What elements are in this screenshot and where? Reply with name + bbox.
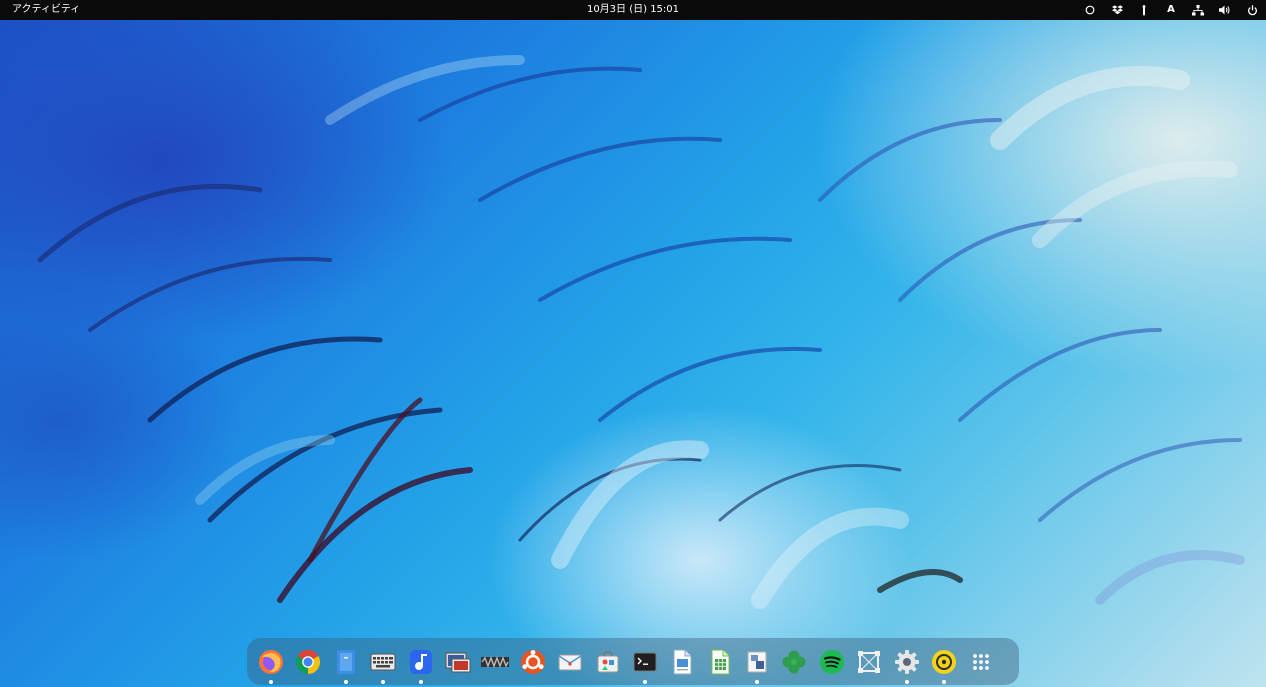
- spotify-icon: [819, 649, 844, 674]
- input-method-label: A: [1167, 4, 1175, 15]
- running-indicator: [755, 679, 760, 684]
- system-tray: A: [1069, 0, 1258, 20]
- chrome-icon: [296, 649, 321, 674]
- running-indicator: [269, 679, 273, 684]
- photo-viewer-icon: [445, 652, 471, 672]
- terminal-icon: [633, 652, 657, 671]
- dropbox-icon[interactable]: [1111, 4, 1123, 16]
- dock-item-presentation[interactable]: [739, 640, 775, 684]
- document-viewer-icon: [673, 649, 692, 674]
- running-indicator: [418, 679, 423, 684]
- mail-icon: [558, 654, 582, 670]
- sound-wave-app-icon: [481, 655, 510, 668]
- running-indicator: [381, 679, 386, 684]
- dock-item-mail[interactable]: [552, 640, 588, 684]
- presentation-icon: [747, 651, 767, 672]
- top-bar: アクティビティ 10月3日 (日) 15:01 A: [0, 0, 1266, 20]
- running-indicator: [904, 679, 909, 684]
- firefox-icon: [259, 649, 283, 674]
- volume-icon[interactable]: [1219, 4, 1231, 16]
- dock-item-sound-wave-app[interactable]: [477, 640, 513, 684]
- power-icon[interactable]: [1246, 4, 1258, 16]
- dock-item-ubuntu-software[interactable]: [515, 640, 551, 684]
- network-icon[interactable]: [1192, 4, 1204, 16]
- screenshot-tool-icon: [858, 650, 881, 673]
- dock-item-firefox[interactable]: [253, 640, 289, 684]
- settings-gear-icon: [894, 649, 919, 674]
- software-store-icon: [597, 650, 619, 672]
- dock-item-software-store[interactable]: [590, 640, 626, 684]
- dock-item-spreadsheet[interactable]: [702, 640, 738, 684]
- running-indicator: [343, 679, 348, 684]
- dock-item-document-viewer[interactable]: [664, 640, 700, 684]
- dock-item-screenshot-tool[interactable]: [851, 640, 887, 684]
- dock: [247, 638, 1019, 685]
- show-applications-button[interactable]: [963, 640, 999, 684]
- dock-item-settings[interactable]: [889, 640, 925, 684]
- switcher-icon[interactable]: [1138, 4, 1150, 16]
- keyboard-app-icon: [370, 653, 396, 670]
- dock-item-clover-app[interactable]: [776, 640, 812, 684]
- dock-item-photo-viewer[interactable]: [440, 640, 476, 684]
- input-method-icon[interactable]: A: [1165, 4, 1177, 16]
- dock-item-spotify[interactable]: [814, 640, 850, 684]
- dock-item-disc-burner[interactable]: [926, 640, 962, 684]
- dock-item-files[interactable]: [328, 640, 364, 684]
- clover-app-icon: [782, 650, 806, 673]
- spreadsheet-icon: [711, 649, 730, 674]
- circle-status-icon[interactable]: [1084, 4, 1096, 16]
- ubuntu-software-icon: [520, 649, 545, 674]
- running-indicator: [642, 679, 647, 684]
- disc-burner-icon: [932, 649, 957, 674]
- show-applications-icon: [973, 653, 990, 670]
- desktop-wallpaper: [0, 0, 1266, 687]
- dock-item-terminal[interactable]: [627, 640, 663, 684]
- files-icon: [336, 649, 355, 674]
- running-indicator: [942, 679, 947, 684]
- dock-item-chrome[interactable]: [290, 640, 326, 684]
- music-app-icon: [409, 649, 432, 674]
- dock-item-keyboard-app[interactable]: [365, 640, 401, 684]
- dock-item-music-app[interactable]: [403, 640, 439, 684]
